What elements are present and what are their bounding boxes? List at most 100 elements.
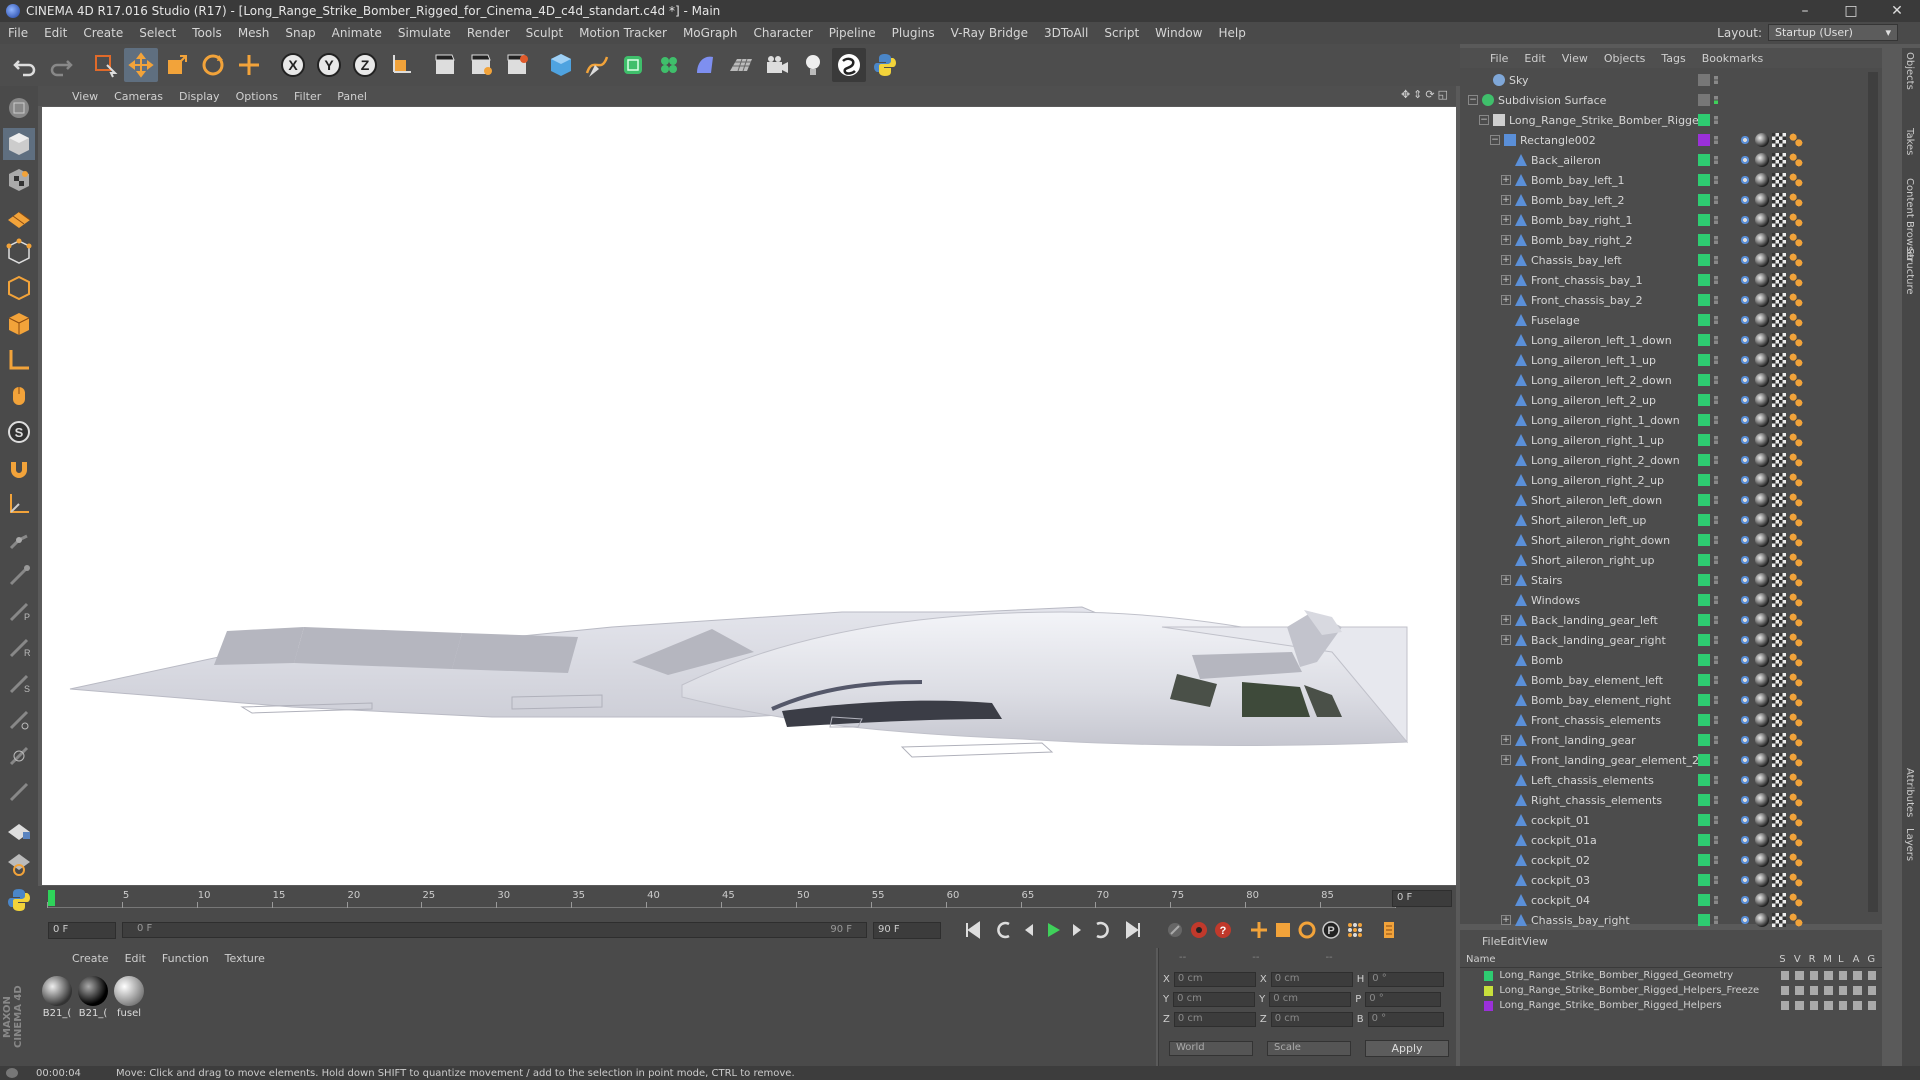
selection-tag-icon[interactable] <box>1789 233 1803 247</box>
layer-color-swatch[interactable] <box>1484 1000 1494 1011</box>
weight-tag-icon[interactable] <box>1738 753 1752 767</box>
current-frame-field[interactable]: 0 F <box>1392 890 1452 907</box>
layer-column-v[interactable]: V <box>1794 954 1809 965</box>
layer-manager-toggle-icon[interactable] <box>1824 971 1833 980</box>
selection-tag-icon[interactable] <box>1789 653 1803 667</box>
texture-tag-icon[interactable] <box>1772 873 1786 887</box>
selection-tag-icon[interactable] <box>1789 753 1803 767</box>
texture-tag-icon[interactable] <box>1772 293 1786 307</box>
rotate-tool-button[interactable] <box>196 48 230 82</box>
object-row[interactable]: + Front_landing_gear_element_2 <box>1460 750 1882 770</box>
dolly-view-icon[interactable]: ⇕ <box>1413 88 1422 101</box>
perspective-viewport[interactable] <box>42 107 1456 885</box>
layer-color-swatch[interactable] <box>1698 414 1710 426</box>
material-tag-icon[interactable] <box>1755 393 1769 407</box>
selection-tag-icon[interactable] <box>1789 473 1803 487</box>
object-row[interactable]: + Front_chassis_bay_2 <box>1460 290 1882 310</box>
next-frame-button[interactable] <box>1065 918 1089 942</box>
weight-tag-icon[interactable] <box>1738 253 1752 267</box>
visibility-dots-icon[interactable] <box>1714 296 1718 304</box>
solo-mode-button[interactable]: S <box>3 416 35 448</box>
visibility-dots-icon[interactable] <box>1714 636 1718 644</box>
enable-snap-button[interactable] <box>3 452 35 484</box>
layer-generators-toggle-icon[interactable] <box>1867 986 1876 995</box>
object-row[interactable]: − Rectangle002 <box>1460 130 1882 150</box>
material-tag-icon[interactable] <box>1755 753 1769 767</box>
joint-tool-button[interactable] <box>3 524 35 556</box>
texture-tag-icon[interactable] <box>1772 393 1786 407</box>
layer-color-swatch[interactable] <box>1698 514 1710 526</box>
visibility-dots-icon[interactable] <box>1714 336 1718 344</box>
object-row[interactable]: Long_aileron_left_1_down <box>1460 330 1882 350</box>
material-tag-icon[interactable] <box>1755 873 1769 887</box>
timeline-playhead[interactable] <box>48 890 55 906</box>
weight-tag-icon[interactable] <box>1738 133 1752 147</box>
viewport-menu-panel[interactable]: Panel <box>329 90 375 103</box>
layer-animation-toggle-icon[interactable] <box>1853 971 1862 980</box>
viewport-menu-cameras[interactable]: Cameras <box>106 90 171 103</box>
selection-tag-icon[interactable] <box>1789 573 1803 587</box>
texture-tag-icon[interactable] <box>1772 653 1786 667</box>
layer-render-toggle-icon[interactable] <box>1809 971 1819 980</box>
layer-color-swatch[interactable] <box>1698 674 1710 686</box>
weight-tag-icon[interactable] <box>1738 353 1752 367</box>
material-tag-icon[interactable] <box>1755 353 1769 367</box>
layer-color-swatch[interactable] <box>1698 654 1710 666</box>
object-menu-view[interactable]: View <box>1554 52 1596 65</box>
add-environment-button[interactable] <box>724 48 758 82</box>
layer-color-swatch[interactable] <box>1698 834 1710 846</box>
layout-dropdown[interactable]: Startup (User) ▾ <box>1768 24 1898 41</box>
selection-tag-icon[interactable] <box>1789 313 1803 327</box>
add-mograph-button[interactable] <box>652 48 686 82</box>
menu-snap[interactable]: Snap <box>277 26 323 40</box>
layer-view-toggle-icon[interactable] <box>1795 971 1804 980</box>
object-row[interactable]: + Stairs <box>1460 570 1882 590</box>
texture-tag-icon[interactable] <box>1772 673 1786 687</box>
viewport-menu-display[interactable]: Display <box>171 90 228 103</box>
points-mode-button[interactable] <box>3 236 35 268</box>
texture-tag-icon[interactable] <box>1772 893 1786 907</box>
object-row[interactable]: Short_aileron_right_up <box>1460 550 1882 570</box>
visibility-dots-icon[interactable] <box>1714 916 1718 924</box>
object-row[interactable]: Right_chassis_elements <box>1460 790 1882 810</box>
layer-color-swatch[interactable] <box>1698 174 1710 186</box>
menu-animate[interactable]: Animate <box>324 26 390 40</box>
object-row[interactable]: Long_aileron_right_2_down <box>1460 450 1882 470</box>
material-tag-icon[interactable] <box>1755 153 1769 167</box>
object-tree-scrollbar[interactable] <box>1868 72 1878 912</box>
selection-tag-icon[interactable] <box>1789 773 1803 787</box>
texture-tag-icon[interactable] <box>1772 693 1786 707</box>
bone-tool-4-button[interactable]: S <box>3 668 35 700</box>
selection-tag-icon[interactable] <box>1789 733 1803 747</box>
material-tag-icon[interactable] <box>1755 273 1769 287</box>
layer-color-swatch[interactable] <box>1698 94 1710 106</box>
previous-frame-button[interactable] <box>1017 918 1041 942</box>
visibility-dots-icon[interactable] <box>1714 416 1718 424</box>
object-row[interactable]: Bomb <box>1460 650 1882 670</box>
grid-lock-button[interactable] <box>3 812 35 844</box>
key-scale-button[interactable] <box>1271 918 1295 942</box>
object-menu-objects[interactable]: Objects <box>1596 52 1654 65</box>
layer-generators-toggle-icon[interactable] <box>1867 971 1876 980</box>
weight-tag-icon[interactable] <box>1738 333 1752 347</box>
side-tab-attributes[interactable]: Attributes <box>1904 768 1915 817</box>
viewport-menu-filter[interactable]: Filter <box>286 90 329 103</box>
weight-tag-icon[interactable] <box>1738 793 1752 807</box>
record-button[interactable] <box>1187 918 1211 942</box>
material-tag-icon[interactable] <box>1755 653 1769 667</box>
layer-render-toggle-icon[interactable] <box>1809 986 1819 995</box>
edges-mode-button[interactable] <box>3 272 35 304</box>
material-menu-function[interactable]: Function <box>154 952 217 965</box>
weight-tag-icon[interactable] <box>1738 273 1752 287</box>
layer-color-swatch[interactable] <box>1698 134 1710 146</box>
selection-tag-icon[interactable] <box>1789 533 1803 547</box>
visibility-dots-icon[interactable] <box>1714 236 1718 244</box>
render-view-button[interactable] <box>428 48 462 82</box>
visibility-dots-icon[interactable] <box>1714 736 1718 744</box>
weight-tag-icon[interactable] <box>1738 733 1752 747</box>
visibility-dots-icon[interactable] <box>1714 116 1718 124</box>
material-tag-icon[interactable] <box>1755 673 1769 687</box>
selection-tag-icon[interactable] <box>1789 673 1803 687</box>
weight-tag-icon[interactable] <box>1738 173 1752 187</box>
texture-tag-icon[interactable] <box>1772 493 1786 507</box>
